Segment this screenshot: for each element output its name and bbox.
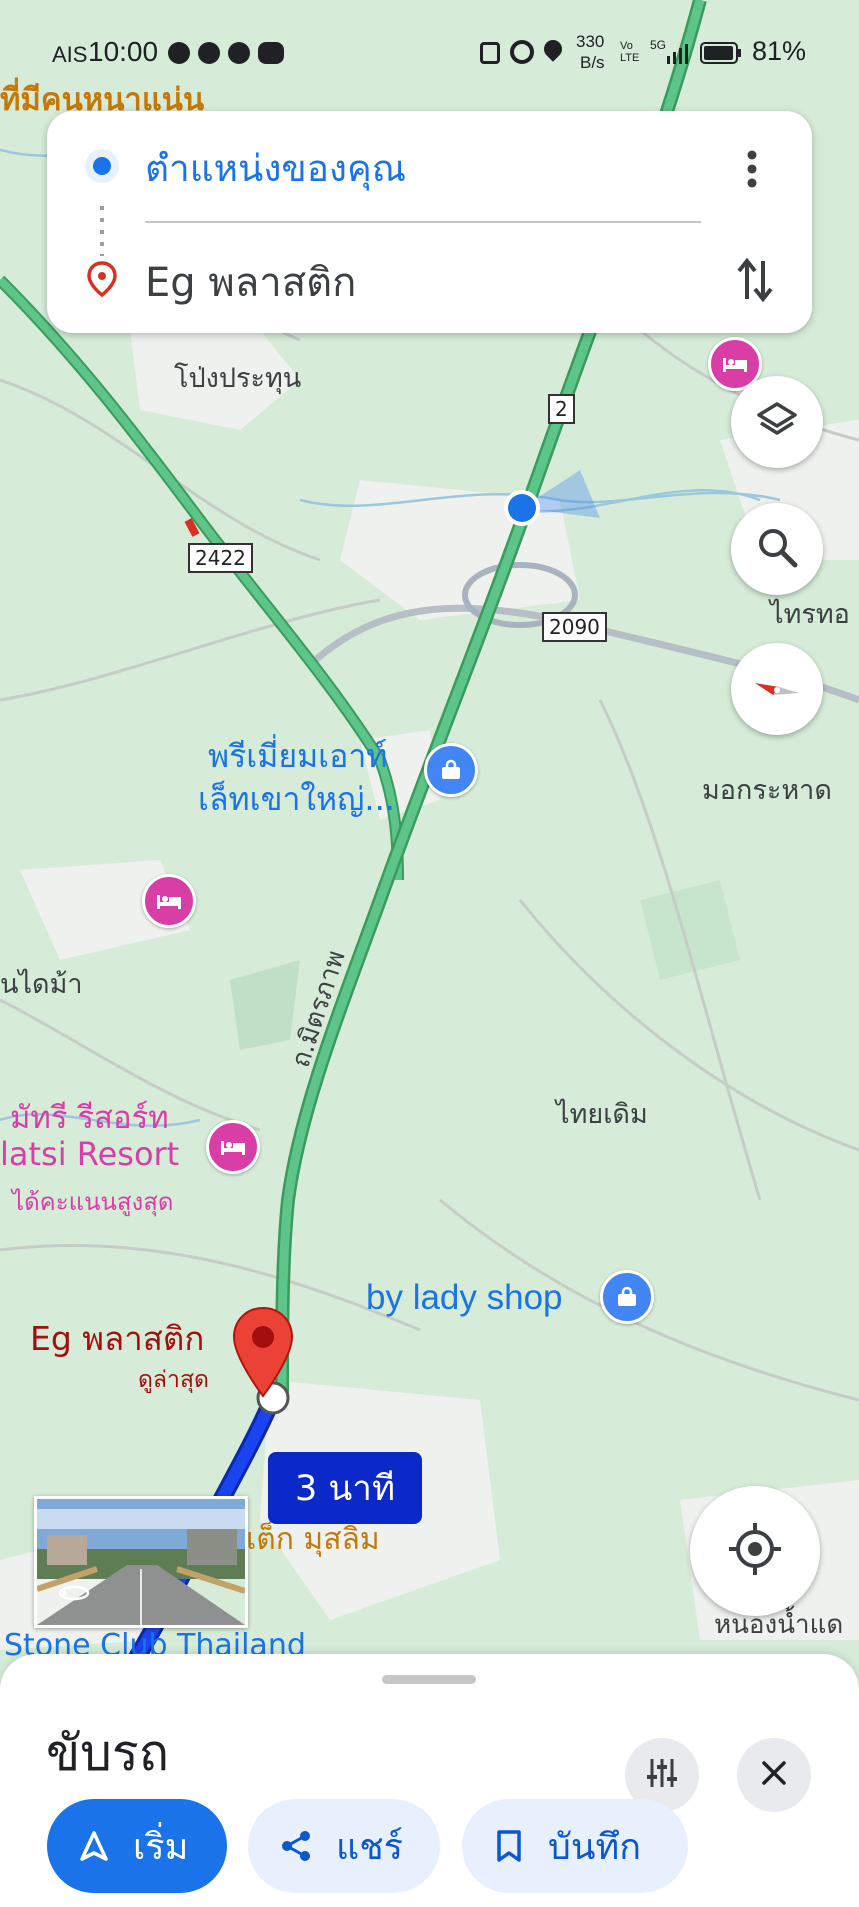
volte-label: Vo LTE [620, 40, 640, 64]
rotate-360-icon [57, 1585, 91, 1601]
layers-icon [755, 398, 799, 446]
poi-rating: ได้คะแนนสูงสุด [12, 1188, 174, 1216]
destination-pin-icon [87, 261, 117, 301]
clock: 10:00 [88, 36, 159, 67]
road-shield: 2 [548, 394, 575, 424]
road-shield: 2422 [188, 543, 253, 573]
bookmark-icon [494, 1829, 524, 1863]
signal-icon [665, 42, 691, 64]
battery-level: 81% [752, 36, 807, 66]
compass-button[interactable] [731, 643, 823, 735]
destination-pin-icon[interactable] [232, 1306, 294, 1398]
shopping-marker-icon[interactable] [424, 743, 478, 797]
place-label: นไดม้า [0, 969, 83, 1000]
line-icon [258, 42, 284, 64]
layers-button[interactable] [731, 376, 823, 468]
shopping-marker-icon[interactable] [600, 1270, 654, 1324]
close-icon [759, 1758, 789, 1792]
messenger-icon [168, 42, 190, 64]
my-location-icon [725, 1519, 785, 1583]
save-label: บันทึก [548, 1826, 641, 1868]
search-button[interactable] [731, 503, 823, 595]
destination-sublabel: ดูล่าสุด [138, 1367, 209, 1393]
destination-field[interactable]: Eg พลาสติก [145, 250, 356, 314]
battery-icon [700, 42, 742, 64]
share-button[interactable]: แชร์ [248, 1799, 440, 1893]
place-label: ไทยเดิม [556, 1099, 648, 1130]
carrier-label: AIS [52, 42, 88, 67]
net-speed-unit: B/s [580, 53, 605, 72]
place-label: ไทรทอ [770, 599, 850, 630]
facebook-icon [228, 42, 250, 64]
swap-icon[interactable] [735, 255, 775, 305]
poi-label[interactable]: เล็ทเขาใหญ่... [198, 774, 395, 825]
threads-icon [198, 42, 220, 64]
share-label: แชร์ [336, 1826, 403, 1868]
eta-badge: 3 นาที [268, 1452, 422, 1524]
location-icon [540, 36, 566, 62]
navigation-icon [77, 1829, 111, 1863]
close-button[interactable] [737, 1738, 811, 1812]
alarm-icon [510, 40, 534, 64]
net-speed-value: 330 [576, 32, 605, 51]
start-button[interactable]: เริ่ม [47, 1799, 227, 1893]
more-vert-icon[interactable] [745, 149, 759, 193]
network-label: 5G [650, 38, 667, 52]
start-label: เริ่ม [133, 1826, 189, 1868]
poi-label[interactable]: by lady shop [366, 1278, 563, 1318]
share-icon [278, 1828, 314, 1864]
route-dots [100, 206, 104, 256]
save-button[interactable]: บันทึก [462, 1799, 688, 1893]
origin-dot-icon [85, 149, 119, 183]
poi-label[interactable]: latsi Resort [0, 1135, 179, 1173]
road-shield: 2090 [542, 612, 607, 642]
card-divider [145, 221, 701, 223]
eta-text: 3 นาที [294, 1468, 396, 1509]
travel-mode-title: ขับรถ [46, 1724, 170, 1782]
place-label: มอกระหาด [702, 775, 832, 806]
street-view-thumbnail[interactable] [34, 1496, 248, 1628]
nfc-icon [480, 42, 500, 64]
place-label: โป่งประทุน [174, 363, 302, 394]
drag-handle[interactable] [382, 1675, 476, 1684]
hotel-marker-icon[interactable] [142, 874, 196, 928]
hotel-marker-icon[interactable] [206, 1120, 260, 1174]
filter-icon [644, 1755, 680, 1795]
route-card: ตำแหน่งของคุณ Eg พลาสติก [47, 111, 812, 333]
compass-icon [749, 659, 805, 719]
destination-label[interactable]: Eg พลาสติก [30, 1312, 204, 1365]
search-icon [755, 525, 799, 573]
my-location-button[interactable] [690, 1486, 820, 1616]
origin-field[interactable]: ตำแหน่งของคุณ [145, 139, 406, 198]
